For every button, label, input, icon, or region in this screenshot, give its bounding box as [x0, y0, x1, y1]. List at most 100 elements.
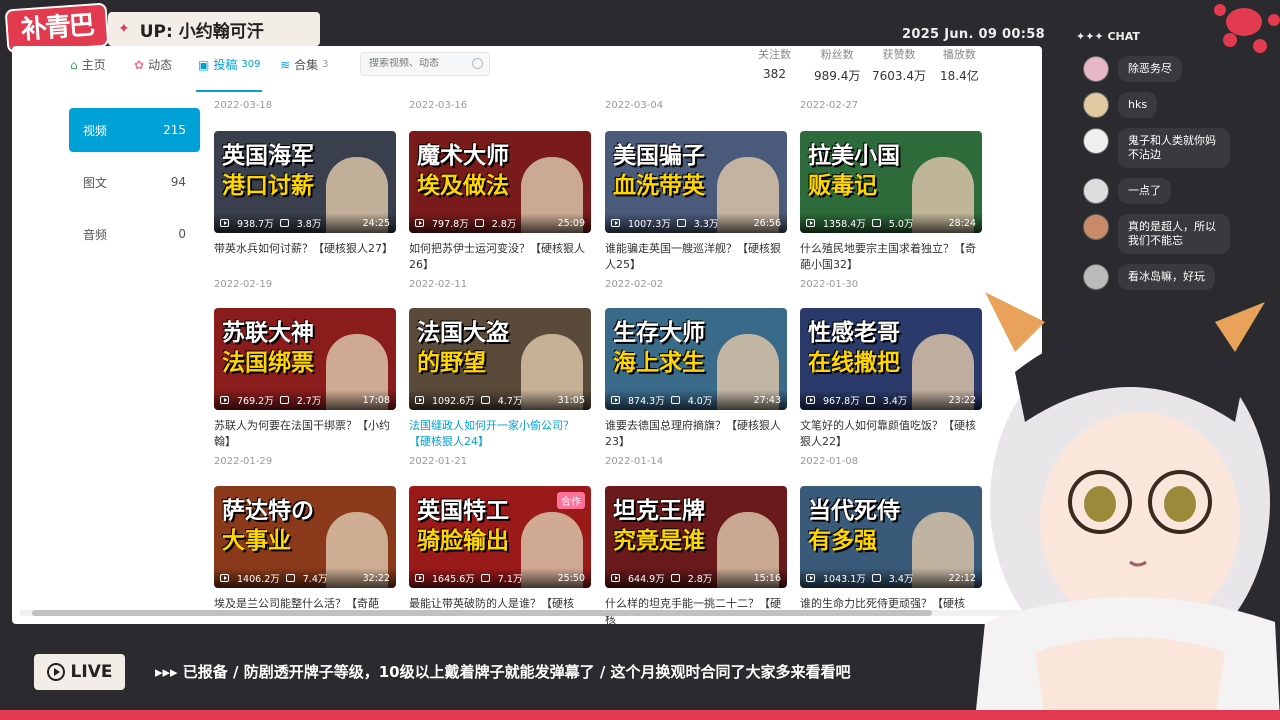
video-title[interactable]: 谁要去德国总理府摘旗？【硬核狠人23】	[605, 418, 787, 450]
video-meta-bar: 797.8万 2.8万 25:09	[409, 213, 591, 233]
sidebar-item-label: 音频	[83, 227, 108, 242]
stat-value: 18.4亿	[940, 69, 979, 83]
video-card[interactable]: 拉美小国 贩毒记 1358.4万 5.0万 28:24 什么殖民地要宗主国求着独立？【奇葩…	[800, 131, 982, 290]
space-search[interactable]	[360, 52, 490, 76]
content-type-sidebar: 视频 215 图文 94 音频 0	[69, 108, 200, 264]
video-thumbnail[interactable]: 魔术大师 埃及做法 797.8万 2.8万 25:09	[409, 131, 591, 233]
video-card[interactable]: 生存大师 海上求生 874.3万 4.0万 27:43 谁要去德国总理府摘旗？【硬核狠人2…	[605, 308, 787, 467]
video-card[interactable]: 坦克王牌 究竟是谁 644.9万 2.8万 15:16 什么样的坦克手能一挑二十二？【硬核	[605, 486, 787, 624]
video-duration: 24:25	[362, 217, 390, 229]
chat-bubble: 除恶务尽	[1118, 56, 1182, 82]
video-title[interactable]: 法国缝政人如何开一家小偷公司？【硬核狠人24】	[409, 418, 591, 450]
video-meta-bar: 644.9万 2.8万 15:16	[605, 568, 787, 588]
bilibili-space-window: ⌂ 主页 ✿ 动态 ▣ 投稿 309 ≋ 合集 3 关注数 382 粉丝数 98…	[12, 46, 1042, 624]
tab-home[interactable]: ⌂ 主页	[70, 56, 106, 73]
stat-label: 获赞数	[882, 48, 916, 61]
video-card[interactable]: 苏联大神 法国绑票 769.2万 2.7万 17:08 苏联人为何要在法国干绑票？【小约翰…	[214, 308, 396, 467]
video-thumbnail[interactable]: 美国骗子 血洗带英 1007.3万 3.3万 26:56	[605, 131, 787, 233]
danmaku-icon	[871, 219, 881, 227]
video-thumbnail[interactable]: 英国海军港口讨薪 938.7万 3.8万 24:25	[214, 131, 396, 233]
tab-dynamic[interactable]: ✿ 动态	[134, 56, 172, 73]
video-meta-bar: 938.7万 3.8万 24:25	[214, 213, 396, 233]
video-card[interactable]: 英国特工 骑脸输出 合作 1645.6万 7.1万 25:50 最能让带英破防的人是谁？【硬…	[409, 486, 591, 624]
danmaku-icon	[474, 219, 484, 227]
tab-uploads[interactable]: ▣ 投稿 309	[198, 56, 260, 73]
avatar	[1083, 128, 1109, 154]
danmaku-count: 2.8万	[687, 574, 713, 585]
play-count: 938.7万	[237, 219, 274, 230]
video-card[interactable]: 英国海军港口讨薪 938.7万 3.8万 24:25 带英水兵如何讨薪？【硬核狠人27】…	[214, 131, 396, 290]
play-count: 1645.6万	[432, 574, 475, 585]
chat-title: ✦✦✦ CHAT	[1076, 30, 1140, 43]
play-count: 1043.1万	[823, 574, 866, 585]
horizontal-scrollbar[interactable]	[20, 610, 1034, 616]
play-count: 1406.2万	[237, 574, 280, 585]
chat-message: hks	[1083, 92, 1253, 118]
danmaku-count: 7.4万	[302, 574, 328, 585]
tab-collections-count: 3	[322, 59, 329, 70]
stat-followers[interactable]: 粉丝数 989.4万	[814, 46, 860, 84]
video-thumbnail[interactable]: 性感老哥 在线撒把 967.8万 3.4万 23:22	[800, 308, 982, 410]
thumbnail-title-line: 英国海军	[222, 143, 314, 169]
video-date: 2022-02-02	[605, 279, 664, 290]
scrollbar-thumb[interactable]	[32, 610, 932, 616]
thumbnail-title-line: 港口讨薪	[222, 173, 314, 199]
video-card[interactable]: 性感老哥 在线撒把 967.8万 3.4万 23:22 文笔好的人如何靠颜值吃饭？【硬核狠…	[800, 308, 982, 467]
video-card[interactable]: 当代死侍 有多强 1043.1万 3.4万 22:12 谁的生命力比死侍更顽强？【硬核	[800, 486, 982, 624]
video-card[interactable]: 魔术大师 埃及做法 797.8万 2.8万 25:09 如何把苏伊士运河变没？【硬核狠人2…	[409, 131, 591, 290]
video-thumbnail[interactable]: 法国大盗 的野望 1092.6万 4.7万 31:05	[409, 308, 591, 410]
search-input[interactable]	[369, 58, 469, 69]
tab-collections[interactable]: ≋ 合集 3	[280, 56, 328, 73]
thumbnail-title-line: 血洗带英	[613, 173, 705, 199]
tab-dynamic-label: 动态	[148, 58, 173, 72]
danmaku-icon	[279, 396, 289, 404]
thumbnail-title-line: 苏联大神	[222, 320, 314, 346]
thumbnail-title-line: 骑脸输出	[417, 528, 509, 554]
video-thumbnail[interactable]: 当代死侍 有多强 1043.1万 3.4万 22:12	[800, 486, 982, 588]
video-thumbnail[interactable]: 生存大师 海上求生 874.3万 4.0万 27:43	[605, 308, 787, 410]
video-title[interactable]: 什么殖民地要宗主国求着独立？【奇葩小国32】	[800, 241, 982, 273]
video-card[interactable]: 萨达特の 大事业 1406.2万 7.4万 32:22 埃及是兰公司能整什么活？【奇葩	[214, 486, 396, 624]
thumbnail-title: 魔术大师 埃及做法	[417, 141, 509, 201]
video-meta-bar: 874.3万 4.0万 27:43	[605, 390, 787, 410]
thumbnail-title: 生存大师 海上求生	[613, 318, 705, 378]
video-duration: 25:50	[557, 572, 585, 584]
video-meta-bar: 769.2万 2.7万 17:08	[214, 390, 396, 410]
danmaku-icon	[865, 396, 875, 404]
live-label: LIVE	[70, 662, 113, 682]
video-thumbnail[interactable]: 坦克王牌 究竟是谁 644.9万 2.8万 15:16	[605, 486, 787, 588]
video-card[interactable]: 美国骗子 血洗带英 1007.3万 3.3万 26:56 谁能骗走英国一艘巡洋舰？【硬核狠…	[605, 131, 787, 290]
play-icon	[46, 663, 65, 681]
sidebar-item-audio[interactable]: 音频 0	[69, 212, 200, 256]
video-card[interactable]: 法国大盗 的野望 1092.6万 4.7万 31:05 法国缝政人如何开一家小偷公司？【硬…	[409, 308, 591, 467]
uploads-icon: ▣	[198, 57, 210, 72]
sidebar-item-article[interactable]: 图文 94	[69, 160, 200, 204]
ticker-text: ▸▸▸ 已报备 / 防剧透开牌子等级，10级以上戴着牌子就能发弹幕了 / 这个月…	[155, 663, 851, 681]
play-count-icon	[415, 219, 424, 227]
video-thumbnail[interactable]: 英国特工 骑脸输出 合作 1645.6万 7.1万 25:50	[409, 486, 591, 588]
play-count: 797.8万	[432, 219, 469, 230]
play-count: 967.8万	[823, 396, 860, 407]
video-title[interactable]: 谁能骗走英国一艘巡洋舰？【硬核狠人25】	[605, 241, 787, 273]
video-duration: 26:56	[753, 217, 781, 229]
play-count: 1358.4万	[823, 219, 866, 230]
video-title[interactable]: 带英水兵如何讨薪？【硬核狠人27】	[214, 241, 396, 273]
video-title[interactable]: 文笔好的人如何靠颜值吃饭？【硬核狠人22】	[800, 418, 982, 450]
search-icon[interactable]	[472, 58, 483, 69]
play-count-icon	[611, 219, 620, 227]
video-duration: 25:09	[557, 217, 585, 229]
play-count-icon	[611, 574, 620, 582]
up-name-tag: ✦ UP: 小约翰可汗	[108, 12, 320, 46]
stat-value: 989.4万	[814, 69, 861, 83]
video-title[interactable]: 如何把苏伊士运河变没？【硬核狠人26】	[409, 241, 591, 273]
video-title[interactable]: 苏联人为何要在法国干绑票？【小约翰】	[214, 418, 396, 450]
sidebar-item-video[interactable]: 视频 215	[69, 108, 200, 152]
video-thumbnail[interactable]: 苏联大神 法国绑票 769.2万 2.7万 17:08	[214, 308, 396, 410]
play-count-icon	[415, 574, 424, 582]
tab-collections-label: 合集	[294, 58, 319, 72]
danmaku-count: 3.4万	[888, 574, 914, 585]
video-thumbnail[interactable]: 拉美小国 贩毒记 1358.4万 5.0万 28:24	[800, 131, 982, 233]
video-thumbnail[interactable]: 萨达特の 大事业 1406.2万 7.4万 32:22	[214, 486, 396, 588]
stat-following[interactable]: 关注数 382	[758, 46, 791, 81]
thumbnail-title: 性感老哥 在线撒把	[808, 318, 900, 378]
